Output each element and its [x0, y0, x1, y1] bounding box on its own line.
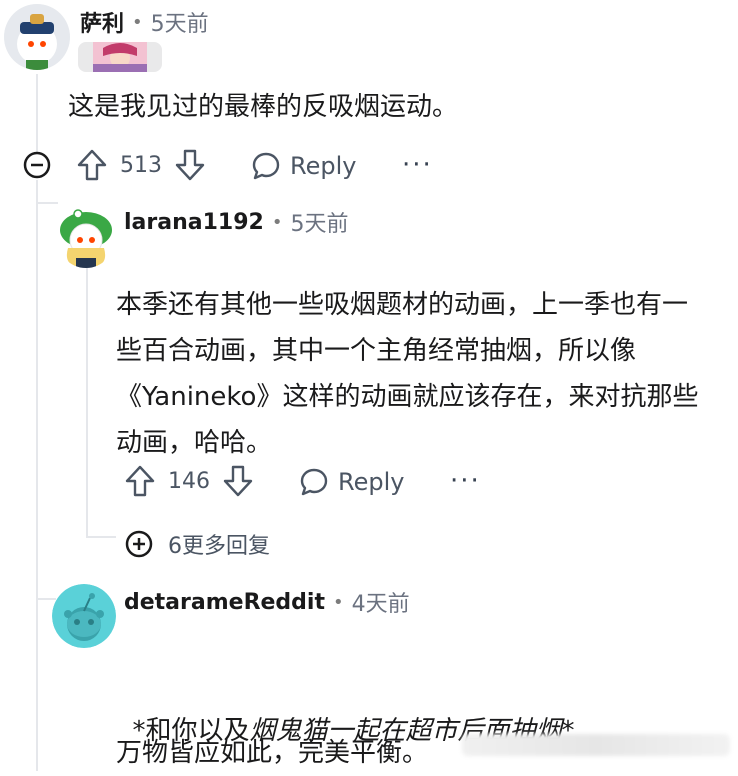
more-options-button[interactable]: ···	[450, 466, 481, 496]
downvote-icon[interactable]	[222, 464, 254, 498]
thread-line-branch-more	[86, 536, 116, 538]
avatar-sali[interactable]	[4, 4, 70, 70]
thread-line-main-lower	[36, 180, 38, 771]
more-replies-label: 6更多回复	[168, 534, 270, 559]
separator-dot: •	[271, 211, 283, 233]
comment-time[interactable]: 4天前	[352, 586, 410, 618]
thread-line-branch-1	[36, 202, 58, 204]
separator-dot: •	[333, 591, 344, 613]
comment-body-line-2: 万物皆应如此，完美平衡。	[116, 738, 429, 768]
comment-username[interactable]: detarameReddit	[124, 590, 325, 615]
avatar-larana1192[interactable]	[56, 204, 116, 268]
collapse-icon[interactable]	[22, 150, 52, 180]
avatar-detarameReddit[interactable]	[52, 584, 116, 648]
downvote-icon[interactable]	[174, 148, 206, 182]
comment-body: 这是我见过的最棒的反吸烟运动。	[68, 92, 459, 122]
comment-bubble-icon	[250, 150, 282, 182]
reply-label: Reply	[338, 468, 405, 496]
more-replies-button[interactable]: 6更多回复	[124, 528, 270, 560]
comment-time[interactable]: 5天前	[151, 6, 209, 38]
blurred-watermark	[462, 734, 730, 756]
comment-time[interactable]: 5天前	[290, 206, 348, 238]
separator-dot: •	[132, 11, 143, 33]
comment-username[interactable]: larana1192	[124, 210, 264, 235]
thread-line-reply	[86, 268, 88, 536]
reply-button[interactable]: Reply	[250, 150, 356, 182]
comment-bubble-icon	[298, 466, 330, 498]
vote-count: 146	[168, 468, 210, 494]
plus-circle-icon	[124, 529, 154, 559]
sticker-image	[78, 42, 162, 72]
more-options-button[interactable]: ···	[402, 150, 433, 180]
comment-body: 本季还有其他一些吸烟题材的动画，上一季也有一 些百合动画，其中一个主角经常抽烟，…	[116, 290, 699, 458]
reply-label: Reply	[290, 152, 357, 180]
vote-count: 513	[120, 152, 162, 178]
upvote-icon[interactable]	[76, 148, 108, 182]
reply-button[interactable]: Reply	[298, 466, 404, 498]
thread-line-branch-2	[36, 598, 56, 600]
upvote-icon[interactable]	[124, 464, 156, 498]
comment-username[interactable]: 萨利	[80, 6, 124, 38]
thread-line-main	[36, 74, 38, 154]
